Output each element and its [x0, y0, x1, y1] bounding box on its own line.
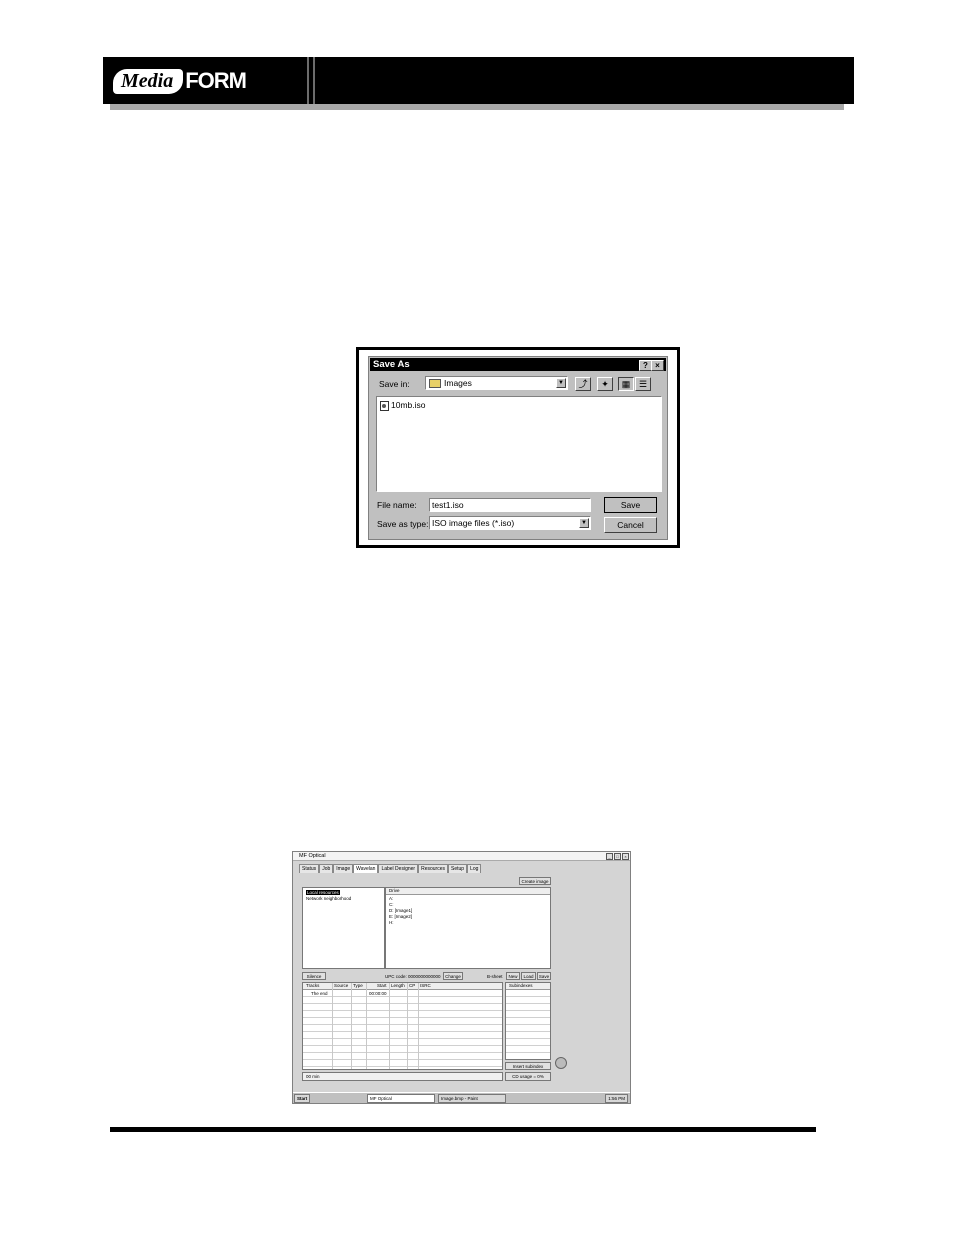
new-button[interactable]: New: [506, 972, 520, 980]
col-type: Type: [353, 983, 363, 988]
file-name-input[interactable]: test1.iso: [429, 498, 591, 512]
chevron-down-icon[interactable]: ▼: [556, 378, 566, 388]
col-cp: CP: [409, 983, 416, 988]
list-item[interactable]: H:: [389, 920, 394, 925]
footer-rule: [110, 1127, 816, 1132]
close-icon[interactable]: ×: [622, 853, 629, 860]
chevron-down-icon[interactable]: ▼: [579, 518, 589, 528]
col-isrc: ISRC: [420, 983, 431, 988]
load-button[interactable]: Load: [521, 972, 536, 980]
table-row[interactable]: The end: [311, 991, 328, 996]
save-button[interactable]: Save: [604, 497, 657, 513]
list-item[interactable]: A:: [389, 896, 393, 901]
save-as-type-value: ISO image files (*.iso): [432, 518, 515, 528]
col-source: Source: [334, 983, 349, 988]
cdtext-label: B-sheet: [487, 974, 503, 979]
cancel-button[interactable]: Cancel: [604, 517, 657, 533]
up-folder-icon[interactable]: ⤴: [575, 377, 591, 391]
new-folder-icon[interactable]: ✦: [597, 377, 613, 391]
app-title: MF Optical: [299, 853, 326, 859]
save-in-select[interactable]: Images ▼: [425, 376, 568, 390]
tab-wavelan[interactable]: Wavelan: [353, 864, 379, 873]
create-image-button[interactable]: Create image: [519, 877, 551, 885]
change-button[interactable]: Change: [443, 972, 463, 980]
tab-resources[interactable]: Resources: [418, 864, 448, 873]
dialog-title-bar: Save As ? ×: [370, 358, 666, 371]
tab-label-designer[interactable]: Label Designer: [378, 864, 419, 873]
subindex-header: Subindexes: [509, 983, 533, 988]
details-view-icon[interactable]: ☰: [635, 377, 651, 391]
app-screenshot: MF Optical _ □ × Status Job Image Wavelan …: [292, 851, 631, 1104]
app-tabs: Status Job Image Wavelan Label Designer …: [299, 864, 482, 873]
drive-list: Drive A: C: D: [Image1] E: [Image2] H:: [385, 887, 551, 969]
tab-log[interactable]: Log: [467, 864, 482, 873]
tab-status[interactable]: Status: [299, 864, 320, 873]
minimize-icon[interactable]: _: [606, 853, 613, 860]
file-list: 10mb.iso: [376, 396, 662, 492]
insert-subindex-button[interactable]: Insert subindex: [505, 1062, 551, 1070]
track-table: Tracks Source Type Start Length CP ISRC …: [302, 982, 503, 1070]
tab-job[interactable]: Job: [319, 864, 334, 873]
col-length: Length: [391, 983, 405, 988]
tree-item-network[interactable]: Network neighborhood: [306, 896, 351, 901]
logo-media-text: Media: [113, 68, 184, 94]
list-item[interactable]: 10mb.iso: [380, 400, 426, 411]
col-start: Start: [377, 983, 387, 988]
subindex-list: Subindexes: [505, 982, 551, 1060]
size-bar: 00 min: [302, 1072, 503, 1081]
tab-image[interactable]: Image: [333, 864, 354, 873]
maximize-icon[interactable]: □: [614, 853, 621, 860]
table-cell: 00:00:00: [369, 991, 387, 996]
list-view-icon[interactable]: ▦: [618, 377, 634, 391]
taskbar-item-paint[interactable]: Image.bmp - Paint: [438, 1094, 506, 1103]
dialog-title: Save As: [373, 359, 410, 370]
tree-item-local[interactable]: Local resources: [306, 890, 340, 895]
list-item[interactable]: C:: [389, 902, 394, 907]
silence-button[interactable]: Silence: [302, 972, 326, 980]
col-tracks: Tracks: [306, 983, 320, 988]
close-icon[interactable]: ×: [651, 360, 664, 371]
cd-usage: CD usage = 0%: [505, 1072, 551, 1081]
app-title-bar: MF Optical _ □ ×: [293, 852, 630, 861]
save-in-label: Save in:: [379, 379, 410, 389]
file-name-label: File name:: [377, 500, 417, 510]
taskbar-item-app[interactable]: MF Optical: [367, 1094, 435, 1103]
start-button[interactable]: Start: [294, 1094, 311, 1103]
header-shadow: [110, 104, 844, 110]
list-item[interactable]: D: [Image1]: [389, 908, 412, 913]
taskbar-clock: 1:56 PM: [605, 1094, 628, 1103]
upc-code: UPC code: 0000000000000: [385, 974, 441, 979]
list-item[interactable]: E: [Image2]: [389, 914, 412, 919]
resource-tree: Local resources Network neighborhood: [302, 887, 385, 969]
file-name: 10mb.iso: [391, 400, 426, 410]
folder-icon: [429, 379, 441, 389]
save-as-type-label: Save as type:: [377, 519, 429, 529]
header-divider: [307, 57, 316, 104]
save-in-value: Images: [444, 378, 472, 388]
disc-image-icon: [380, 400, 389, 411]
tab-setup[interactable]: Setup: [447, 864, 468, 873]
save-button[interactable]: Save: [537, 972, 551, 980]
mediaform-logo: Media FORM: [113, 66, 247, 96]
save-as-dialog: Save As ? × Save in: Images ▼ ⤴ ✦ ▦ ☰ 10…: [368, 356, 668, 540]
save-as-type-select[interactable]: ISO image files (*.iso) ▼: [429, 516, 591, 530]
logo-form-text: FORM: [185, 68, 247, 93]
drive-header: Drive: [389, 888, 400, 893]
disc-icon: [555, 1057, 567, 1069]
taskbar: Start MF Optical Image.bmp - Paint 1:56 …: [293, 1092, 630, 1103]
